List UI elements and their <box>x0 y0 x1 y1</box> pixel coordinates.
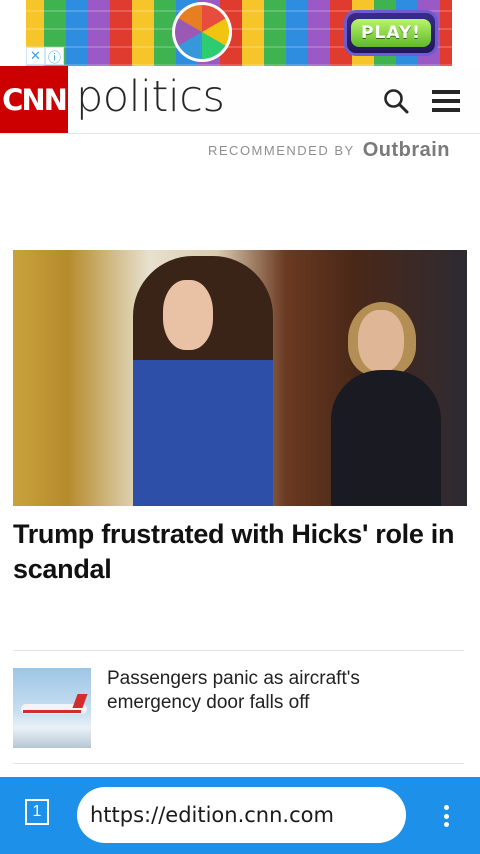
ad-margin <box>452 0 480 66</box>
hero-article-image[interactable] <box>13 250 467 506</box>
menu-icon[interactable] <box>432 90 460 112</box>
logo-text: CNN <box>2 82 68 117</box>
cnn-logo[interactable]: CNN <box>0 66 68 133</box>
site-header: CNN politics <box>0 66 480 134</box>
section-title[interactable]: politics <box>76 72 225 122</box>
article-thumbnail[interactable] <box>13 668 91 748</box>
tab-count-button[interactable]: 1 <box>25 799 49 825</box>
search-icon[interactable] <box>383 88 409 114</box>
url-field[interactable]: https://edition.cnn.com <box>77 787 406 843</box>
ad-badges: ✕ ⓘ <box>26 47 64 65</box>
hero-article-title[interactable]: Trump frustrated with Hicks' role in sca… <box>13 517 463 587</box>
ad-close-icon[interactable]: ✕ <box>26 47 45 65</box>
article-title[interactable]: Passengers panic as aircraft's emergency… <box>107 667 457 715</box>
recommended-by[interactable]: RECOMMENDED BY Outbrain <box>208 139 450 162</box>
ad-play-button[interactable]: PLAY! <box>344 10 438 56</box>
ad-play-label: PLAY! <box>351 19 431 47</box>
ad-info-icon[interactable]: ⓘ <box>45 47 64 65</box>
ad-game-ball-graphic <box>172 2 232 62</box>
divider <box>13 763 464 764</box>
recommended-label: RECOMMENDED BY <box>208 143 355 158</box>
url-text: https://edition.cnn.com <box>90 803 334 827</box>
divider <box>13 650 464 651</box>
outbrain-logo: Outbrain <box>362 139 451 161</box>
browser-toolbar: 1 https://edition.cnn.com <box>0 777 480 854</box>
more-vertical-icon[interactable] <box>444 805 450 827</box>
ad-banner[interactable]: PLAY! ✕ ⓘ <box>0 0 480 66</box>
ad-margin <box>0 0 26 66</box>
